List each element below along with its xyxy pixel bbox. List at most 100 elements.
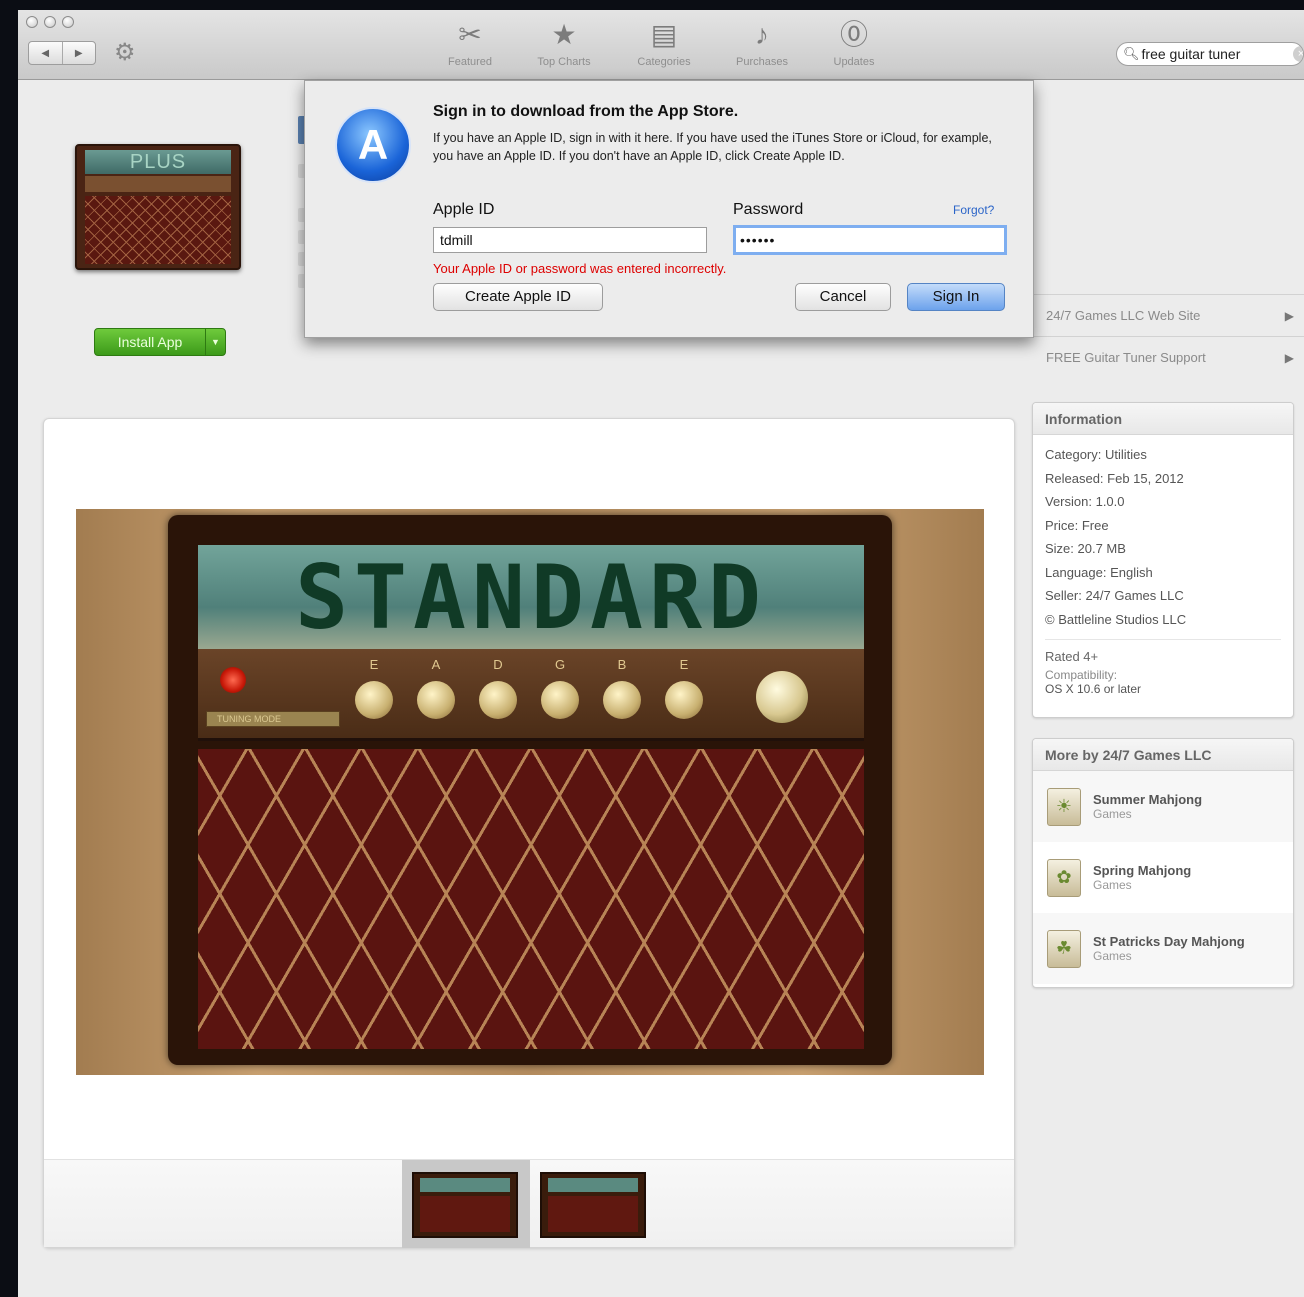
app-icon: PLUS (75, 144, 241, 270)
more-app-name: St Patricks Day Mahjong (1093, 934, 1245, 949)
search-input[interactable]: free guitar tuner (1142, 46, 1241, 62)
featured-icon: ✂ (458, 19, 482, 50)
thumbnail-grill (548, 1196, 638, 1232)
screenshots-panel: STANDARD TUNING MODE E A D G B E (43, 418, 1015, 1248)
information-box: Information Category: Utilities Released… (1032, 402, 1294, 718)
more-app-name: Summer Mahjong (1093, 792, 1203, 807)
create-apple-id-button[interactable]: Create Apple ID (433, 283, 603, 311)
app-support-link[interactable]: FREE Guitar Tuner Support ▶ (1032, 336, 1304, 378)
tuner-display-text: STANDARD (295, 545, 767, 649)
developer-website-link[interactable]: 24/7 Games LLC Web Site ▶ (1032, 294, 1304, 336)
more-by-developer-box: More by 24/7 Games LLC ☀ Summer Mahjong … (1032, 738, 1294, 988)
install-app-label: Install App (117, 334, 183, 350)
main-screenshot[interactable]: STANDARD TUNING MODE E A D G B E (76, 509, 984, 1075)
forward-arrow-icon[interactable]: ▶ (63, 42, 96, 64)
toolbar: ◀ ▶ ⚙ ✂ Featured ★ Top Charts ▤ Categori… (18, 10, 1304, 80)
tab-label: Purchases (736, 56, 788, 68)
developer-links: 24/7 Games LLC Web Site ▶ FREE Guitar Tu… (1032, 294, 1304, 378)
link-label: FREE Guitar Tuner Support (1046, 350, 1206, 365)
chevron-down-icon[interactable]: ▼ (205, 329, 225, 355)
thumbnail-display (548, 1178, 638, 1192)
tuning-peg-icon (417, 681, 455, 719)
thumbnail-display (420, 1178, 510, 1192)
categories-icon: ▤ (650, 19, 678, 50)
info-compatibility-label: Compatibility: (1045, 668, 1118, 682)
info-rating: Rated 4+ (1045, 649, 1099, 664)
dialog-title: Sign in to download from the App Store. (433, 103, 739, 120)
zoom-window-button[interactable] (62, 16, 74, 28)
info-language: Language: English (1045, 564, 1153, 580)
tuning-peg-icon (541, 681, 579, 719)
top-charts-icon: ★ (551, 19, 577, 50)
search-icon: 🔍︎ (1123, 46, 1140, 61)
string-label: D (493, 657, 503, 672)
tuning-peg-icon (665, 681, 703, 719)
app-icon-label: PLUS (85, 150, 231, 174)
screenshot-thumbnail-1[interactable] (412, 1172, 518, 1238)
tab-label: Categories (637, 56, 691, 68)
more-by-title: More by 24/7 Games LLC (1033, 739, 1293, 771)
chevron-right-icon: ▶ (1284, 350, 1294, 365)
info-version: Version: 1.0.0 (1045, 494, 1125, 509)
activity-gear-icon[interactable]: ⚙ (114, 38, 136, 67)
updates-icon: ⓪ (839, 19, 868, 50)
app-store-icon: A (335, 107, 411, 183)
screenshot-thumbnail-2[interactable] (540, 1172, 646, 1238)
mahjong-app-icon: ✿ (1047, 858, 1081, 897)
string-label: B (617, 657, 627, 672)
install-app-button[interactable]: Install App ▼ (94, 328, 226, 356)
divider (1045, 639, 1281, 640)
tab-label: Updates (833, 56, 875, 68)
info-compatibility-value: OS X 10.6 or later (1045, 682, 1142, 696)
close-window-button[interactable] (26, 16, 38, 28)
minimize-window-button[interactable] (44, 16, 56, 28)
tab-categories[interactable]: ▤ Categories (618, 18, 710, 68)
back-forward-control: ◀ ▶ (28, 41, 96, 65)
forgot-link[interactable]: Forgot? (953, 203, 994, 217)
string-label: A (431, 657, 441, 672)
more-app-item[interactable]: ☀ Summer Mahjong Games (1033, 771, 1293, 842)
error-message: Your Apple ID or password was entered in… (433, 261, 727, 276)
tab-purchases[interactable]: ♪ Purchases (716, 18, 808, 68)
string-label: E (369, 657, 379, 672)
search-field[interactable]: 🔍︎ free guitar tuner × (1116, 42, 1304, 66)
app-icon-panel (85, 176, 231, 192)
back-arrow-icon[interactable]: ◀ (29, 42, 63, 64)
more-app-category: Games (1093, 807, 1132, 821)
tuning-peg-icon (479, 681, 517, 719)
more-app-name: Spring Mahjong (1093, 863, 1192, 878)
power-led-icon (220, 667, 246, 693)
purchases-icon: ♪ (755, 19, 769, 50)
thumbnail-strip (44, 1159, 1014, 1248)
tab-featured[interactable]: ✂ Featured (424, 18, 516, 68)
tab-label: Top Charts (537, 56, 591, 68)
info-seller: Seller: 24/7 Games LLC (1045, 588, 1184, 603)
tuning-peg-icon (603, 681, 641, 719)
info-released: Released: Feb 15, 2012 (1045, 470, 1184, 486)
tab-top-charts[interactable]: ★ Top Charts (518, 18, 610, 68)
info-size: Size: 20.7 MB (1045, 541, 1126, 556)
more-app-item[interactable]: ✿ Spring Mahjong Games (1033, 842, 1293, 913)
cancel-button[interactable]: Cancel (795, 283, 891, 311)
tuner-display: STANDARD (198, 545, 864, 649)
tuning-peg-icon (355, 681, 393, 719)
tab-updates[interactable]: ⓪ Updates (808, 18, 900, 68)
mahjong-app-icon: ☘ (1047, 929, 1081, 968)
volume-knob-icon (756, 671, 808, 723)
sign-in-dialog: A Sign in to download from the App Store… (304, 80, 1034, 338)
string-label: G (554, 657, 566, 672)
sign-in-button[interactable]: Sign In (907, 283, 1005, 311)
clear-search-icon[interactable]: × (1293, 46, 1303, 62)
tab-label: Featured (447, 56, 493, 68)
apple-id-label: Apple ID (433, 201, 495, 218)
mahjong-app-icon: ☀ (1047, 787, 1081, 826)
apple-id-field[interactable]: tdmill (433, 227, 707, 253)
string-label: E (679, 657, 689, 672)
chevron-right-icon: ▶ (1284, 308, 1294, 323)
link-label: 24/7 Games LLC Web Site (1046, 308, 1201, 323)
more-app-category: Games (1093, 949, 1132, 963)
more-app-item[interactable]: ☘ St Patricks Day Mahjong Games (1033, 913, 1293, 984)
password-field[interactable]: •••••• (733, 225, 1007, 255)
tuner-control-panel: TUNING MODE E A D G B E (198, 649, 864, 741)
info-price: Price: Free (1045, 517, 1109, 533)
